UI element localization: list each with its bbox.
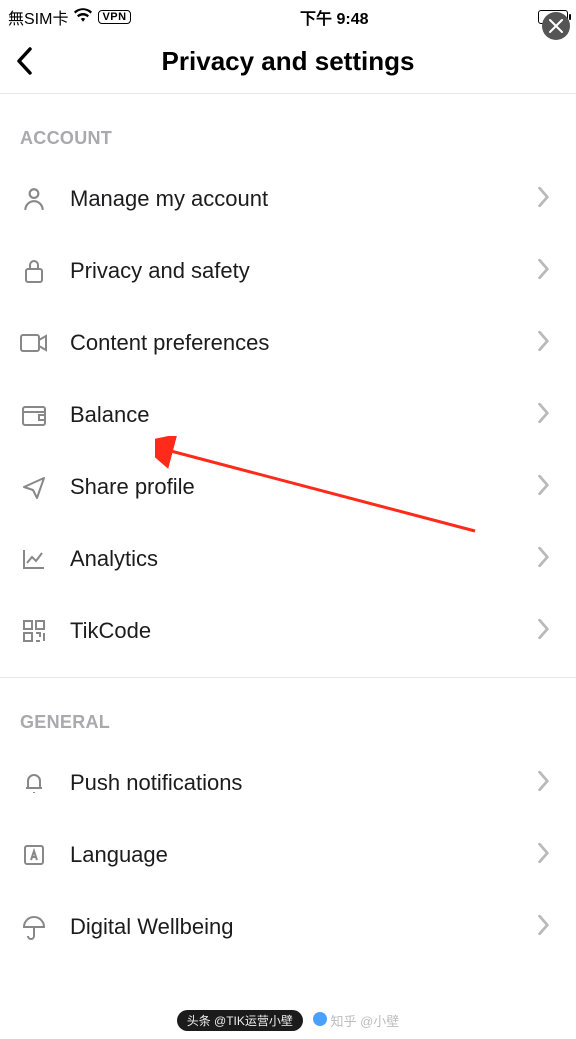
row-privacy-safety[interactable]: Privacy and safety bbox=[0, 235, 576, 307]
row-label: Analytics bbox=[70, 546, 516, 572]
status-bar: 無SIM卡 VPN 下午 9:48 bbox=[0, 0, 576, 30]
row-label: Share profile bbox=[70, 474, 516, 500]
watermark-left: 头条 @TIK运营小壁 bbox=[177, 1010, 303, 1031]
chevron-right-icon bbox=[538, 843, 556, 868]
chevron-right-icon bbox=[538, 331, 556, 356]
nav-header: Privacy and settings bbox=[0, 30, 576, 94]
row-label: Privacy and safety bbox=[70, 258, 516, 284]
row-tikcode[interactable]: TikCode bbox=[0, 595, 576, 667]
umbrella-icon bbox=[20, 913, 48, 941]
wallet-icon bbox=[20, 401, 48, 429]
chevron-right-icon bbox=[538, 259, 556, 284]
row-digital-wellbeing[interactable]: Digital Wellbeing bbox=[0, 891, 576, 963]
chevron-right-icon bbox=[538, 403, 556, 428]
row-share-profile[interactable]: Share profile bbox=[0, 451, 576, 523]
wifi-icon bbox=[74, 8, 92, 27]
share-icon bbox=[20, 473, 48, 501]
row-language[interactable]: Language bbox=[0, 819, 576, 891]
page-title: Privacy and settings bbox=[162, 46, 415, 77]
row-label: TikCode bbox=[70, 618, 516, 644]
chevron-right-icon bbox=[538, 771, 556, 796]
row-label: Language bbox=[70, 842, 516, 868]
carrier-text: 無SIM卡 bbox=[8, 5, 68, 29]
row-content-preferences[interactable]: Content preferences bbox=[0, 307, 576, 379]
row-label: Content preferences bbox=[70, 330, 516, 356]
analytics-icon bbox=[20, 545, 48, 573]
section-header-general: GENERAL bbox=[0, 678, 576, 747]
row-label: Digital Wellbeing bbox=[70, 914, 516, 940]
chevron-right-icon bbox=[538, 619, 556, 644]
language-icon bbox=[20, 841, 48, 869]
back-button[interactable] bbox=[14, 47, 44, 77]
chevron-right-icon bbox=[538, 187, 556, 212]
chevron-right-icon bbox=[538, 547, 556, 572]
status-left: 無SIM卡 VPN bbox=[8, 5, 131, 29]
user-icon bbox=[20, 185, 48, 213]
row-analytics[interactable]: Analytics bbox=[0, 523, 576, 595]
section-header-account: ACCOUNT bbox=[0, 94, 576, 163]
row-manage-account[interactable]: Manage my account bbox=[0, 163, 576, 235]
watermark: 头条 @TIK运营小壁 知乎 @小壁 bbox=[0, 1010, 576, 1031]
lock-icon bbox=[20, 257, 48, 285]
chevron-right-icon bbox=[538, 475, 556, 500]
row-label: Push notifications bbox=[70, 770, 516, 796]
row-push-notifications[interactable]: Push notifications bbox=[0, 747, 576, 819]
vpn-badge: VPN bbox=[98, 10, 130, 24]
chevron-right-icon bbox=[538, 915, 556, 940]
video-icon bbox=[20, 329, 48, 357]
row-balance[interactable]: Balance bbox=[0, 379, 576, 451]
qrcode-icon bbox=[20, 617, 48, 645]
status-time: 下午 9:48 bbox=[300, 5, 368, 29]
bell-icon bbox=[20, 769, 48, 797]
row-label: Balance bbox=[70, 402, 516, 428]
row-label: Manage my account bbox=[70, 186, 516, 212]
watermark-right: 知乎 @小壁 bbox=[313, 1011, 399, 1030]
